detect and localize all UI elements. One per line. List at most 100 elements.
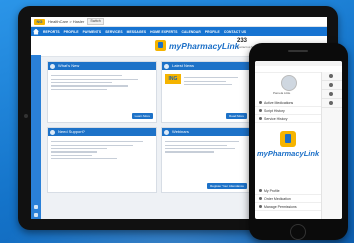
text-line	[51, 141, 143, 143]
text-line	[51, 88, 108, 90]
card-header: Need Support?	[48, 128, 156, 136]
text-line	[51, 85, 128, 87]
brand-name: myPharmacyLink	[169, 40, 240, 51]
side-rail	[31, 55, 41, 219]
nav-item[interactable]: PAYMENTS	[83, 30, 102, 34]
menu-label: Active Medications	[264, 100, 294, 105]
phone-underlying-panel	[321, 72, 342, 219]
company-name: HealthCare > Hasler	[48, 19, 85, 24]
nav-item[interactable]: PROFILE	[64, 30, 79, 34]
menu-label: Service History	[264, 116, 288, 121]
phone-brand: myPharmacyLink	[255, 131, 321, 165]
menu-item[interactable]: Service History	[255, 115, 321, 123]
list-item[interactable]	[322, 90, 342, 99]
text-line	[51, 154, 92, 156]
text-line	[165, 147, 235, 150]
text-line	[184, 77, 238, 79]
company-selector[interactable]: Switch	[87, 18, 104, 25]
menu-dot-icon	[329, 92, 333, 96]
home-icon[interactable]	[33, 28, 39, 35]
phone-device: Pamela Little Active Medications Script …	[249, 43, 348, 240]
phone-screen: Pamela Little Active Medications Script …	[255, 61, 342, 219]
text-line	[51, 81, 113, 84]
text-line	[165, 144, 227, 146]
nav-item[interactable]: PROFILE	[205, 30, 220, 34]
menu-label: My Profile	[264, 188, 280, 193]
text-line	[51, 147, 108, 150]
text-line	[51, 75, 123, 77]
menu-item[interactable]: Active Medications	[255, 99, 321, 107]
register-button[interactable]: Register Your Attendance	[207, 183, 247, 189]
menu-dot-icon	[329, 74, 333, 78]
profile-icon	[259, 189, 262, 192]
pill-icon	[259, 101, 262, 104]
menu-label: Manage Permissions	[264, 204, 297, 209]
text-line	[51, 78, 138, 80]
nav-item[interactable]: CONTACT US	[224, 30, 246, 34]
webinars-card: Webinars Register Your Attendance	[161, 127, 251, 193]
info-icon	[50, 63, 55, 69]
menu-dot-icon	[329, 83, 333, 87]
text-line	[165, 151, 215, 153]
text-line	[51, 151, 97, 153]
phone-brand-name: myPharmacyLink	[257, 149, 320, 158]
brand-lockup: myPharmacyLink	[155, 40, 239, 51]
news-icon	[164, 63, 169, 69]
news-logo: ING	[165, 74, 181, 84]
support-icon	[50, 129, 55, 135]
lock-icon	[259, 205, 262, 208]
pharmacy-logo-icon	[280, 131, 296, 147]
history-icon	[259, 109, 262, 112]
support-phone: 233	[237, 38, 248, 44]
card-title: What's New	[58, 63, 80, 68]
menu-item[interactable]: Script History	[255, 107, 321, 115]
nav-item[interactable]: REPORTS	[43, 30, 60, 34]
read-more-button[interactable]: Read More	[226, 113, 247, 119]
nav-item[interactable]: MESSAGES	[127, 30, 147, 34]
nav-item[interactable]: HOME EXPERTS	[150, 30, 177, 34]
card-title: Need Support?	[58, 129, 85, 134]
whats-new-card: What's New Learn More	[47, 61, 157, 123]
menu-item[interactable]: Order Medication	[255, 195, 321, 203]
card-header: Webinars	[162, 128, 250, 136]
top-bar: NG HealthCare > Hasler Switch	[31, 17, 327, 27]
latest-news-card: Latest News ING Read More	[161, 61, 251, 123]
menu-item[interactable]: Manage Permissions	[255, 203, 321, 211]
phone-speaker	[288, 50, 308, 52]
text-line	[51, 158, 118, 160]
list-item[interactable]	[322, 81, 342, 90]
service-icon	[259, 117, 262, 120]
card-title: Webinars	[172, 129, 189, 134]
list-item[interactable]	[322, 99, 342, 108]
menu-dot-icon	[329, 101, 333, 105]
app-logo[interactable]: NG	[34, 18, 45, 25]
text-line	[165, 141, 239, 143]
need-support-card: Need Support?	[47, 127, 157, 193]
card-title: Latest News	[172, 63, 195, 68]
pharmacy-logo-icon	[155, 40, 166, 51]
menu-item[interactable]: My Profile	[255, 187, 321, 195]
card-header: What's New	[48, 62, 156, 70]
text-line	[184, 83, 232, 86]
main-nav: REPORTS PROFILE PAYMENTS SERVICES MESSAG…	[31, 27, 327, 36]
cart-icon	[259, 197, 262, 200]
card-body	[48, 70, 156, 95]
phone-menu-secondary: My Profile Order Medication Manage Permi…	[255, 187, 321, 211]
menu-label: Script History	[264, 108, 285, 113]
text-line	[51, 144, 133, 146]
card-header: Latest News	[162, 62, 250, 70]
nav-item[interactable]: SERVICES	[105, 30, 122, 34]
nav-item[interactable]: CALENDAR	[182, 30, 201, 34]
user-name: Pamela Little	[273, 91, 291, 95]
news-text	[184, 75, 244, 87]
gear-icon[interactable]	[34, 205, 38, 209]
help-icon[interactable]	[34, 213, 38, 217]
list-item[interactable]	[322, 72, 342, 81]
card-body	[48, 136, 156, 164]
avatar[interactable]	[281, 75, 297, 91]
menu-label: Order Medication	[264, 196, 291, 201]
text-line	[184, 80, 226, 82]
learn-more-button[interactable]: Learn More	[131, 113, 153, 119]
card-body	[162, 136, 250, 158]
home-button[interactable]	[290, 224, 306, 240]
